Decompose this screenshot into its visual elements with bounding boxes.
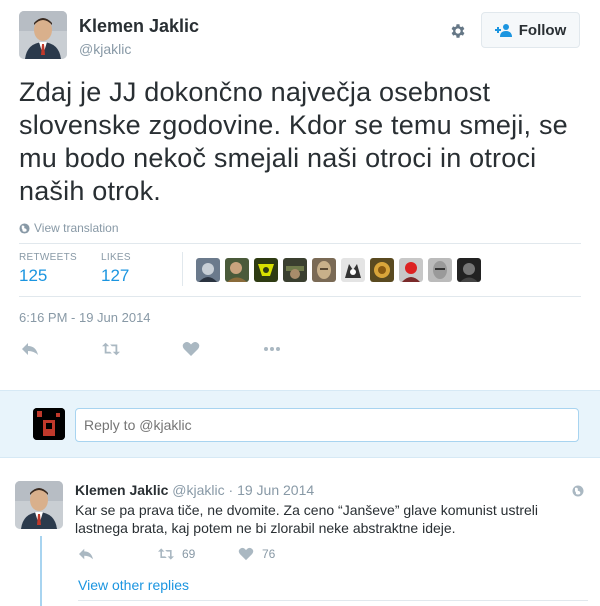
retweet-icon[interactable]: [100, 340, 122, 358]
reply-date[interactable]: · 19 Jun 2014: [229, 482, 315, 498]
view-translation-link[interactable]: View translation: [19, 221, 119, 235]
author-handle[interactable]: @kjaklic: [79, 41, 131, 57]
liker-avatar[interactable]: [341, 258, 365, 282]
reply-text: Kar se pa prava tiče, ne dvomite. Za cen…: [75, 502, 538, 536]
divider: [182, 252, 183, 286]
reply-tweet: Klemen Jaklic @kjaklic · 19 Jun 2014 Kar…: [0, 470, 600, 606]
thread-line: [40, 536, 42, 606]
follow-button[interactable]: Follow: [481, 12, 580, 48]
liker-avatar[interactable]: [428, 258, 452, 282]
view-other-replies-link[interactable]: View other replies: [78, 577, 189, 593]
globe-icon: [19, 222, 30, 234]
author-name[interactable]: Klemen Jaklic: [79, 16, 199, 37]
liker-avatar[interactable]: [283, 258, 307, 282]
follow-button-label: Follow: [518, 21, 567, 39]
author-avatar[interactable]: [19, 11, 67, 59]
likes-count: 127: [101, 266, 130, 285]
tweet-header: Klemen Jaklic @kjaklic Follow: [19, 11, 581, 61]
globe-icon: [572, 484, 584, 497]
gear-icon[interactable]: [449, 22, 467, 40]
likes-label: LIKES: [101, 252, 131, 263]
retweets-stat[interactable]: RETWEETS 125: [19, 252, 77, 286]
reply-author-name[interactable]: Klemen Jaklic: [75, 482, 168, 498]
likers-avatars: [196, 258, 481, 282]
more-icon[interactable]: [261, 340, 283, 358]
liker-avatar[interactable]: [254, 258, 278, 282]
reply-like-button[interactable]: 76: [238, 547, 275, 561]
divider: [19, 296, 581, 297]
tweet-timestamp[interactable]: 6:16 PM - 19 Jun 2014: [19, 310, 151, 325]
like-icon[interactable]: [180, 340, 202, 358]
divider: [78, 600, 588, 601]
current-user-avatar[interactable]: [33, 408, 65, 440]
liker-avatar[interactable]: [399, 258, 423, 282]
reply-retweet-count: 69: [182, 547, 196, 561]
liker-avatar[interactable]: [196, 258, 220, 282]
reply-icon: [79, 548, 93, 560]
liker-avatar[interactable]: [312, 258, 336, 282]
divider: [19, 243, 581, 244]
liker-avatar[interactable]: [457, 258, 481, 282]
liker-avatar[interactable]: [370, 258, 394, 282]
view-translation-label: View translation: [34, 221, 119, 235]
tweet-text: Zdaj je JJ dokončno največja osebnost sl…: [19, 77, 568, 206]
liker-avatar[interactable]: [225, 258, 249, 282]
retweet-icon: [158, 548, 174, 560]
likes-stat[interactable]: LIKES 127: [101, 252, 131, 286]
reply-icon[interactable]: [19, 340, 41, 358]
reply-author-avatar[interactable]: [15, 481, 63, 529]
reply-input[interactable]: [75, 408, 579, 442]
reply-bar: [0, 390, 600, 458]
follow-person-icon: [494, 24, 512, 37]
reply-header: Klemen Jaklic @kjaklic · 19 Jun 2014: [75, 482, 314, 498]
retweets-label: RETWEETS: [19, 252, 77, 263]
reply-author-handle[interactable]: @kjaklic: [172, 482, 224, 498]
retweets-count: 125: [19, 266, 48, 285]
reply-retweet-button[interactable]: 69: [158, 547, 195, 561]
like-icon: [238, 547, 254, 561]
reply-reply-button[interactable]: [78, 547, 94, 561]
reply-like-count: 76: [262, 547, 276, 561]
